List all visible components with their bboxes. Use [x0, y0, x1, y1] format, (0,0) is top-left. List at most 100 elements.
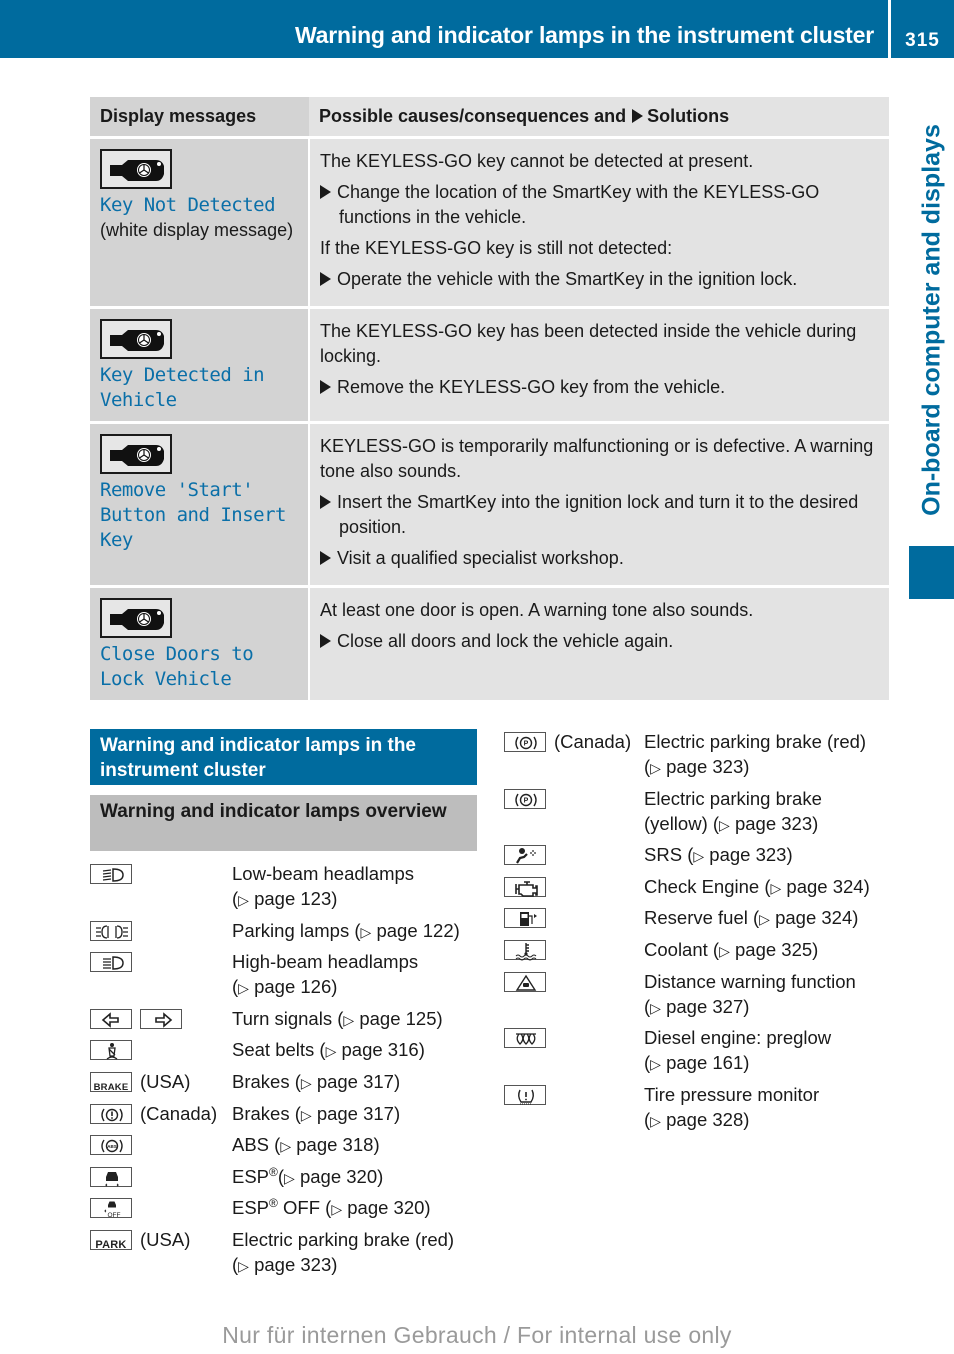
solution-step-text: Change the location of the SmartKey with… — [337, 181, 820, 227]
page-reference[interactable]: (▷ page 320) — [325, 1197, 430, 1218]
solution-step: Operate the vehicle with the SmartKey in… — [320, 267, 880, 292]
page-reference[interactable]: (▷ page 161) — [644, 1052, 749, 1073]
page-reference[interactable]: (▷ page 325) — [713, 939, 818, 960]
section-subheading: Warning and indicator lamps overview — [90, 795, 477, 851]
lamp-list-item: SRS (▷ page 323) — [504, 842, 894, 869]
page-reference[interactable]: (▷ page 318) — [274, 1134, 379, 1155]
causes-solutions-cell: The KEYLESS-GO key has been detected ins… — [308, 305, 889, 422]
page-ref-arrow-icon: ▷ — [238, 892, 249, 908]
parking-brake-icon: P — [504, 788, 546, 809]
lamp-label: Tire pressure monitor — [644, 1083, 820, 1105]
lamp-label: Electric parking brake — [644, 787, 822, 809]
lamp-region: (Canada) — [140, 1102, 218, 1124]
lamp-description: ABS (▷ page 318) — [232, 1132, 480, 1159]
lamp-label: Brakes — [232, 1102, 290, 1124]
svg-text:OFF: OFF — [108, 1212, 121, 1219]
lamp-label: ABS — [232, 1134, 270, 1156]
lamp-description: Electric parking brake (yellow) (▷ page 3… — [644, 786, 894, 838]
lamp-description: Electric parking brake (red) (▷ page 323) — [644, 729, 894, 781]
page-reference[interactable]: (▷ page 317) — [295, 1071, 400, 1092]
page-ref-arrow-icon: ▷ — [650, 760, 661, 776]
solution-step: Visit a qualified specialist workshop. — [320, 546, 880, 571]
lamp-region: (Canada) — [554, 731, 632, 752]
lamp-description: Brakes (▷ page 317) — [232, 1069, 480, 1096]
svg-text:P: P — [524, 741, 529, 748]
message-row: Key Detected in Vehicle The KEYLESS-GO ke… — [90, 305, 889, 422]
display-message-note: (white display message) — [100, 219, 294, 240]
step-arrow-icon — [320, 271, 331, 286]
page-ref-arrow-icon: ▷ — [343, 1011, 355, 1028]
lamp-description: Electric parking brake (red) (▷ page 323) — [232, 1227, 480, 1279]
reserve-fuel-icon — [504, 908, 546, 929]
lamp-icon-cell: OFF — [90, 1195, 232, 1222]
cause-text: At least one door is open. A warning ton… — [320, 599, 754, 620]
page-reference[interactable]: (▷ page 324) — [764, 876, 869, 897]
lamp-icon-cell — [504, 969, 644, 1021]
lamp-description: Check Engine (▷ page 324) — [644, 874, 894, 901]
internal-use-watermark: Nur für internen Gebrauch / For internal… — [222, 1322, 732, 1348]
park-text: PARK — [95, 1238, 127, 1251]
page-reference[interactable]: (▷ page 122) — [354, 920, 459, 941]
lamp-description: ESP® OFF (▷ page 320) — [232, 1195, 480, 1222]
lamp-icon-cell — [504, 874, 644, 901]
smartkey-icon — [100, 597, 172, 638]
display-message-text: Key Not Detected — [100, 193, 276, 216]
solution-step: Remove the KEYLESS-GO key from the vehic… — [320, 375, 880, 400]
lamp-description: Coolant (▷ page 325) — [644, 937, 894, 964]
lamp-list-item: Coolant (▷ page 325) — [504, 937, 894, 964]
lamp-label: Diesel engine: preglow — [644, 1027, 832, 1049]
abs-icon: ABS — [90, 1135, 132, 1156]
lamp-description: Parking lamps (▷ page 122) — [232, 918, 480, 945]
page-ref-arrow-icon: ▷ — [280, 1138, 292, 1155]
lamp-list-item: Diesel engine: preglow (▷ page 161) — [504, 1025, 894, 1077]
lamp-icon-cell — [504, 1025, 644, 1077]
lamp-list-item: P (Canada) Electric parking brake (red) (▷ … — [504, 729, 894, 781]
lamp-list-item: P Electric parking brake (yellow) (▷ page … — [504, 786, 894, 838]
lamp-description: Turn signals (▷ page 125) — [232, 1006, 480, 1033]
page-reference[interactable]: (▷ page 323) — [644, 756, 749, 777]
page-reference-text: page 316 — [341, 1039, 419, 1061]
page-ref-arrow-icon: ▷ — [300, 1106, 312, 1123]
page-reference[interactable]: (▷ page 316) — [319, 1039, 424, 1060]
lamp-description: SRS (▷ page 323) — [644, 842, 894, 869]
page-reference[interactable]: (▷ page 323) — [687, 844, 792, 865]
page-ref-arrow-icon: ▷ — [693, 848, 705, 865]
lamp-label: Reserve fuel — [644, 907, 748, 929]
step-arrow-icon — [320, 494, 331, 509]
page-number-band: 315 — [891, 0, 954, 58]
lamp-description: Reserve fuel (▷ page 324) — [644, 905, 894, 932]
lamp-list-item: High-beam headlamps (▷ page 126) — [90, 949, 480, 1001]
page-reference[interactable]: (▷ page 328) — [644, 1109, 749, 1130]
page-reference[interactable]: (▷ page 324) — [753, 907, 858, 928]
page-reference-text: page 317 — [316, 1102, 394, 1124]
page-reference[interactable]: (▷ page 320) — [278, 1166, 383, 1187]
lamp-icon-cell: P (Canada) — [504, 729, 644, 781]
svg-text:P: P — [524, 797, 529, 804]
turn-left-icon — [90, 1008, 132, 1029]
page-reference[interactable]: (▷ page 323) — [232, 1254, 337, 1275]
parking-lamps-icon — [90, 920, 132, 941]
lamp-label: SRS — [644, 844, 683, 866]
page-reference-text: page 323 — [734, 812, 813, 834]
page-reference-text: page 161 — [666, 1052, 744, 1074]
distance-warning-icon — [504, 971, 546, 992]
lamp-description: High-beam headlamps (▷ page 126) — [232, 949, 480, 1001]
lamp-description: Seat belts (▷ page 316) — [232, 1037, 480, 1064]
page-reference[interactable]: (▷ page 126) — [232, 976, 337, 997]
page-ref-arrow-icon: ▷ — [238, 980, 249, 997]
page-reference[interactable]: (▷ page 317) — [295, 1103, 400, 1124]
page-reference[interactable]: (▷ page 327) — [644, 996, 749, 1017]
lamp-description: ESP®(▷ page 320) — [232, 1164, 480, 1191]
lamp-label: Electric parking brake (red) — [644, 731, 867, 752]
lamp-description: Low-beam headlamps (▷ page 123) — [232, 861, 480, 913]
display-messages-table: Display messages Possible causes/consequ… — [90, 97, 889, 700]
page-reference-text: page 325 — [735, 938, 813, 960]
page-reference[interactable]: (▷ page 123) — [232, 888, 337, 909]
page-reference[interactable]: (▷ page 323) — [713, 813, 818, 834]
page-reference[interactable]: (▷ page 125) — [337, 1008, 442, 1029]
lamp-region: (USA) — [140, 1070, 191, 1092]
lamp-icon-cell — [90, 861, 232, 913]
smartkey-icon — [100, 148, 172, 189]
page-reference-text: page 318 — [296, 1134, 374, 1156]
chapter-tab-marker — [909, 546, 954, 599]
